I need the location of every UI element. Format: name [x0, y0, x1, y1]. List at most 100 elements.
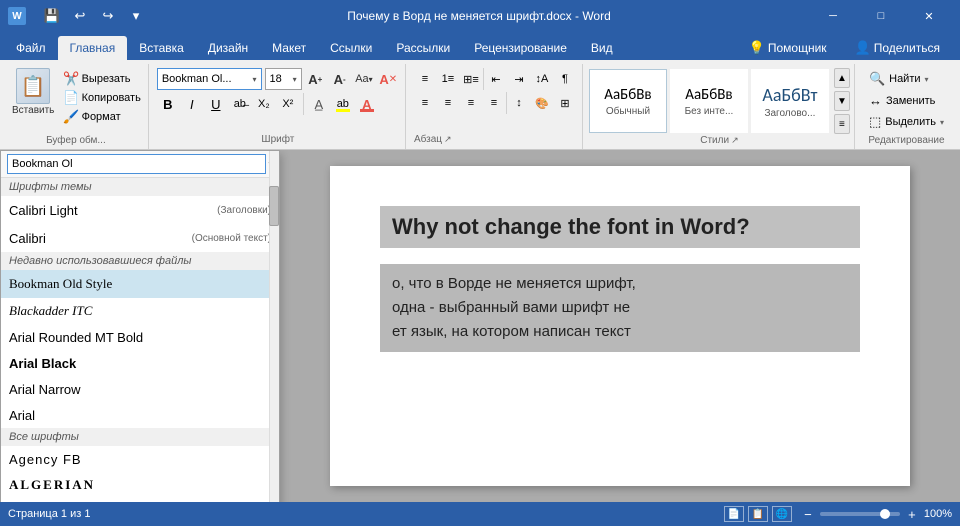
font-item-calibri[interactable]: Calibri (Основной текст) — [1, 224, 279, 252]
tab-help[interactable]: 💡 Помощник — [737, 36, 839, 60]
font-search-input[interactable] — [7, 154, 266, 174]
multilevel-list-button[interactable]: ⊞≡ — [460, 68, 482, 90]
font-shrink-button[interactable]: A- — [329, 68, 350, 90]
font-item-arial-2[interactable]: Arial — [1, 498, 279, 502]
font-item-arial[interactable]: Arial — [1, 402, 279, 428]
font-name-input[interactable]: Bookman Ol... ▾ — [157, 68, 262, 90]
text-highlight-button[interactable]: ab — [332, 93, 354, 115]
numbered-list-button[interactable]: 1≡ — [437, 68, 459, 90]
tab-home[interactable]: Главная — [58, 36, 128, 60]
tab-mailings[interactable]: Рассылки — [384, 36, 462, 60]
align-left-button[interactable]: ≡ — [414, 92, 436, 114]
styles-scroll-buttons: ▲ ▼ ≡ — [834, 68, 850, 134]
dropdown-scrollbar-thumb[interactable] — [269, 186, 279, 226]
paste-label: Вставить — [12, 105, 54, 116]
font-item-arial-black[interactable]: Arial Black — [1, 350, 279, 376]
copy-button[interactable]: 📄 Копировать — [60, 89, 143, 107]
tab-view[interactable]: Вид — [579, 36, 625, 60]
style-normal-label: Обычный — [606, 106, 650, 117]
restore-button[interactable]: □ — [858, 0, 904, 32]
show-marks-button[interactable]: ¶ — [554, 68, 576, 90]
find-button[interactable]: 🔍 Найти ▾ — [865, 68, 948, 90]
tab-design[interactable]: Дизайн — [196, 36, 260, 60]
decrease-indent-button[interactable]: ⇤ — [485, 68, 507, 90]
undo-button[interactable]: ↩ — [68, 4, 92, 28]
redo-button[interactable]: ↪ — [96, 4, 120, 28]
sort-button[interactable]: ↕A — [531, 68, 553, 90]
tab-layout[interactable]: Макет — [260, 36, 318, 60]
font-item-calibri-light[interactable]: Calibri Light (Заголовки) — [1, 196, 279, 224]
zoom-slider-thumb[interactable] — [880, 509, 890, 519]
strikethrough-button[interactable]: ab̶ — [229, 93, 251, 115]
web-view-button[interactable]: 🌐 — [772, 506, 792, 522]
font-size-input[interactable]: 18 ▾ — [265, 68, 302, 90]
align-right-button[interactable]: ≡ — [460, 92, 482, 114]
underline-button[interactable]: U — [205, 93, 227, 115]
tab-review[interactable]: Рецензирование — [462, 36, 579, 60]
document-heading: Why not change the font in Word? — [380, 206, 860, 248]
cut-label: Вырезать — [82, 73, 131, 85]
font-item-name: Arial Black — [9, 356, 76, 371]
window-title: Почему в Ворд не меняется шрифт.docx - W… — [148, 9, 810, 23]
read-mode-button[interactable]: 📄 — [724, 506, 744, 522]
style-nospace-label: Без инте... — [685, 106, 734, 117]
shading-button[interactable]: 🎨 — [531, 92, 553, 114]
style-normal-item[interactable]: АаБбВв Обычный — [589, 69, 667, 133]
font-item-blackadder[interactable]: Blackadder ITC — [1, 298, 279, 324]
font-search-row: ▾ — [1, 151, 279, 178]
bullet-list-button[interactable]: ≡ — [414, 68, 436, 90]
style-normal-preview: АаБбВв — [604, 86, 651, 104]
more-commands-button[interactable]: ▾ — [124, 4, 148, 28]
paste-button[interactable]: 📋 Вставить — [8, 66, 58, 118]
styles-scroll-up-button[interactable]: ▲ — [834, 68, 850, 88]
zoom-out-button[interactable]: − — [800, 506, 816, 522]
styles-launcher[interactable]: ↗ — [731, 135, 739, 146]
styles-scroll-down-button[interactable]: ▼ — [834, 91, 850, 111]
tab-insert[interactable]: Вставка — [127, 36, 196, 60]
italic-button[interactable]: I — [181, 93, 203, 115]
close-button[interactable]: ✕ — [906, 0, 952, 32]
styles-more-button[interactable]: ≡ — [834, 114, 850, 134]
clear-formatting-button[interactable]: A✕ — [378, 68, 399, 90]
print-layout-button[interactable]: 📋 — [748, 506, 768, 522]
clipboard-group: 📋 Вставить ✂️ Вырезать 📄 Копировать 🖌️ Ф… — [4, 64, 149, 149]
font-color-button[interactable]: A — [356, 93, 378, 115]
text-effects-button[interactable]: A̲ — [308, 93, 330, 115]
zoom-slider[interactable] — [820, 512, 900, 516]
line-spacing-button[interactable]: ↕ — [508, 92, 530, 114]
increase-indent-button[interactable]: ⇥ — [508, 68, 530, 90]
tab-references[interactable]: Ссылки — [318, 36, 384, 60]
format-painter-button[interactable]: 🖌️ Формат — [60, 108, 143, 126]
share-button[interactable]: 👤 Поделиться — [843, 36, 952, 60]
save-button[interactable]: 💾 — [40, 4, 64, 28]
cut-button[interactable]: ✂️ Вырезать — [60, 70, 143, 88]
font-item-algerian[interactable]: ALGERIAN — [1, 472, 279, 498]
style-heading-item[interactable]: АаБбВт Заголово... — [751, 69, 829, 133]
select-button[interactable]: ⬚ Выделить ▾ — [865, 111, 948, 133]
document-area: Why not change the font in Word? о, что … — [280, 150, 960, 502]
font-item-arial-rounded-mt-bold[interactable]: Arial Rounded MT Bold — [1, 324, 279, 350]
minimize-button[interactable]: ─ — [810, 0, 856, 32]
zoom-in-button[interactable]: + — [904, 506, 920, 522]
justify-button[interactable]: ≡ — [483, 92, 505, 114]
font-item-arial-narrow[interactable]: Arial Narrow — [1, 376, 279, 402]
font-size-dropdown-arrow: ▾ — [293, 75, 297, 84]
font-case-button[interactable]: Aa▾ — [353, 68, 374, 90]
bold-button[interactable]: B — [157, 93, 179, 115]
superscript-button[interactable]: X² — [277, 93, 299, 115]
select-dropdown-arrow: ▾ — [940, 118, 944, 127]
font-item-agency-fb[interactable]: Agency FB — [1, 446, 279, 472]
style-nospace-item[interactable]: АаБбВв Без инте... — [670, 69, 748, 133]
dropdown-scrollbar-track[interactable] — [269, 151, 279, 502]
replace-button[interactable]: ↔ Заменить — [865, 90, 948, 111]
font-dropdown[interactable]: ▾ Шрифты темы Calibri Light (Заголовки) … — [0, 150, 280, 502]
style-nospace-preview: АаБбВв — [685, 86, 732, 104]
subscript-button[interactable]: X₂ — [253, 93, 275, 115]
font-item-bookman[interactable]: Bookman Old Style — [1, 270, 279, 298]
align-center-button[interactable]: ≡ — [437, 92, 459, 114]
paragraph-launcher[interactable]: ↗ — [444, 134, 452, 145]
tab-file[interactable]: Файл — [4, 36, 58, 60]
cut-icon: ✂️ — [63, 71, 79, 87]
border-button[interactable]: ⊞ — [554, 92, 576, 114]
font-grow-button[interactable]: A+ — [305, 68, 326, 90]
